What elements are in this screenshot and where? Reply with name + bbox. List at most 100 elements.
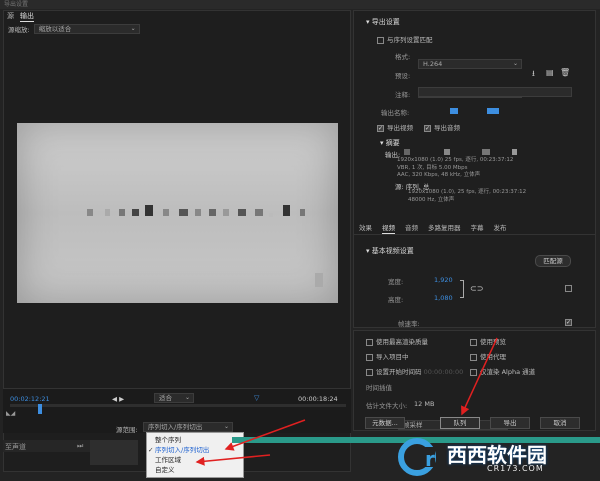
use-previews-checkbox[interactable]: 使用预览 (470, 336, 506, 346)
width-value[interactable]: 1,920 (434, 276, 453, 284)
blurred-text (145, 205, 153, 216)
export-button[interactable]: 导出 (490, 417, 530, 429)
zoom-value: 适合 (159, 394, 172, 402)
zoom-dropdown-box: 适合 ⌄ (154, 393, 194, 403)
source-scale-dropdown[interactable]: 缩放以适合 ⌄ (33, 24, 140, 34)
comments-label: 注释: (395, 91, 411, 99)
checkbox-box (565, 284, 572, 292)
tab-multiplexer[interactable]: 多路复用器 (428, 222, 461, 234)
set-start-timecode-checkbox[interactable]: 设置开始时间码 00:00:00:00 (366, 366, 463, 376)
tab-effects[interactable]: 效果 (359, 222, 372, 234)
left-tabs: 源 输出 (3, 10, 34, 22)
summary-source-line: 1920x1080 (1.0), 25 fps, 逐行, 00:23:37:12 (408, 189, 527, 195)
match-source-button[interactable]: 匹配源 (535, 255, 571, 267)
chevron-down-icon: ⌄ (512, 60, 518, 67)
chain-link-icon[interactable]: ⊂⊃ (470, 284, 483, 293)
timeline-filter-icon[interactable]: ▽ (254, 394, 259, 402)
summary-header[interactable]: ▾ 摘要 (380, 138, 400, 148)
step-buttons[interactable]: ◀ ▶ (112, 395, 124, 403)
timeline-track[interactable] (10, 404, 346, 407)
checkbox-box (366, 338, 373, 346)
duration-timecode: 00:00:18:24 (298, 395, 338, 403)
tab-captions[interactable]: 字幕 (471, 222, 484, 234)
width-label: 宽度: (388, 278, 404, 286)
audio-row: 至声道 ⏭ (3, 440, 93, 452)
use-proxies-label: 使用代理 (480, 353, 506, 361)
checkbox-box (470, 338, 477, 346)
source-scale-label: 源缩放: (8, 26, 30, 34)
format-dropdown[interactable]: H.264 ⌄ (418, 59, 522, 69)
zoom-dropdown[interactable]: 适合 ⌄ (154, 393, 194, 403)
playhead[interactable] (38, 404, 42, 414)
output-name-label: 输出名称: (381, 109, 410, 117)
match-sequence-checkbox[interactable]: 与序列设置匹配 (377, 34, 433, 44)
max-render-quality-checkbox[interactable]: 使用最高渲染质量 (366, 336, 428, 346)
blurred-text (179, 209, 188, 216)
export-video-checkbox[interactable]: 导出视频 (377, 122, 413, 132)
match-sequence-label: 与序列设置匹配 (387, 36, 433, 44)
checkbox-box (470, 368, 477, 376)
basic-video-header[interactable]: ▾ 基本视频设置 (366, 246, 414, 256)
summary-output-line: 1920x1080 (1.0) 25 fps, 逐行, 00:23:37:12 (397, 157, 514, 163)
start-timecode-placeholder[interactable]: 00:00:00:00 (424, 368, 464, 376)
audio-channel-label: 至声道 (5, 443, 26, 451)
blurred-text (163, 209, 169, 216)
queue-button[interactable]: 队列 (440, 417, 480, 429)
frame-rate-match-checkbox[interactable] (565, 318, 575, 326)
window-title: 导出设置 (0, 0, 600, 9)
tab-source[interactable]: 源 (7, 10, 14, 22)
chevron-down-icon: ⌄ (223, 423, 229, 430)
blurred-text (195, 209, 201, 216)
chevron-down-icon: ⌄ (184, 394, 190, 401)
tab-audio[interactable]: 音频 (405, 222, 418, 234)
tab-output[interactable]: 输出 (20, 10, 34, 22)
site-watermark: r 西西软件园 CR173.COM (395, 433, 600, 481)
use-previews-label: 使用预览 (480, 338, 506, 346)
output-path-link[interactable] (487, 108, 499, 114)
svg-text:r: r (425, 447, 435, 471)
tab-publish[interactable]: 发布 (494, 222, 507, 234)
checkbox-box (366, 353, 373, 361)
width-match-checkbox[interactable] (565, 284, 575, 292)
summary-source-line: 48000 Hz, 立体声 (408, 196, 455, 203)
source-range-label: 源范围: (116, 426, 138, 434)
blurred-text (255, 209, 263, 216)
blurred-text (315, 273, 323, 287)
tab-video[interactable]: 视频 (382, 222, 395, 234)
menu-item-work-area[interactable]: 工作区域 (147, 455, 243, 465)
import-into-project-checkbox[interactable]: 导入项目中 (366, 351, 409, 361)
height-value[interactable]: 1,080 (434, 294, 453, 302)
metadata-button[interactable]: 元数据... (365, 417, 405, 429)
export-audio-checkbox[interactable]: 导出音频 (424, 122, 460, 132)
import-preset-icon[interactable]: ▤ (546, 68, 554, 77)
delete-preset-icon[interactable]: 🗑 (560, 68, 570, 77)
blurred-text (87, 209, 93, 216)
export-video-label: 导出视频 (387, 124, 413, 132)
output-name-link[interactable] (450, 108, 458, 114)
watermark-url: CR173.COM (487, 464, 544, 473)
range-bar (90, 440, 138, 465)
checkbox-box (470, 353, 477, 361)
menu-item-custom[interactable]: 自定义 (147, 465, 243, 475)
audio-skip-icon[interactable]: ⏭ (77, 442, 83, 451)
preset-label: 预设: (395, 72, 411, 80)
source-range-dropdown[interactable]: 序列切入/序列切出 ⌄ (143, 422, 233, 432)
summary-output-path-blurred (404, 149, 554, 155)
summary-output-details: 1920x1080 (1.0) 25 fps, 逐行, 00:23:37:12 … (397, 157, 513, 180)
comments-input[interactable] (418, 87, 572, 97)
export-settings-header[interactable]: ▾ 导出设置 (366, 17, 400, 27)
time-interpolation-value: 帧采样 (403, 421, 423, 429)
current-timecode[interactable]: 00:02:12:21 (10, 395, 50, 403)
in-marker-icon[interactable]: ◣◢ (6, 410, 20, 418)
checkbox-box (366, 368, 373, 376)
link-bracket (460, 280, 464, 298)
menu-item-entire-sequence[interactable]: 整个序列 (147, 435, 243, 445)
menu-item-sequence-in-out[interactable]: 序列切入/序列切出 (147, 445, 243, 455)
use-proxies-checkbox[interactable]: 使用代理 (470, 351, 506, 361)
checkbox-box (377, 124, 384, 132)
save-preset-icon[interactable]: ⭳ (532, 68, 535, 82)
cancel-button[interactable]: 取消 (540, 417, 580, 429)
checkbox-box (565, 318, 572, 326)
render-alpha-checkbox[interactable]: 仅渲染 Alpha 通道 (470, 366, 535, 376)
video-preview (17, 123, 338, 303)
